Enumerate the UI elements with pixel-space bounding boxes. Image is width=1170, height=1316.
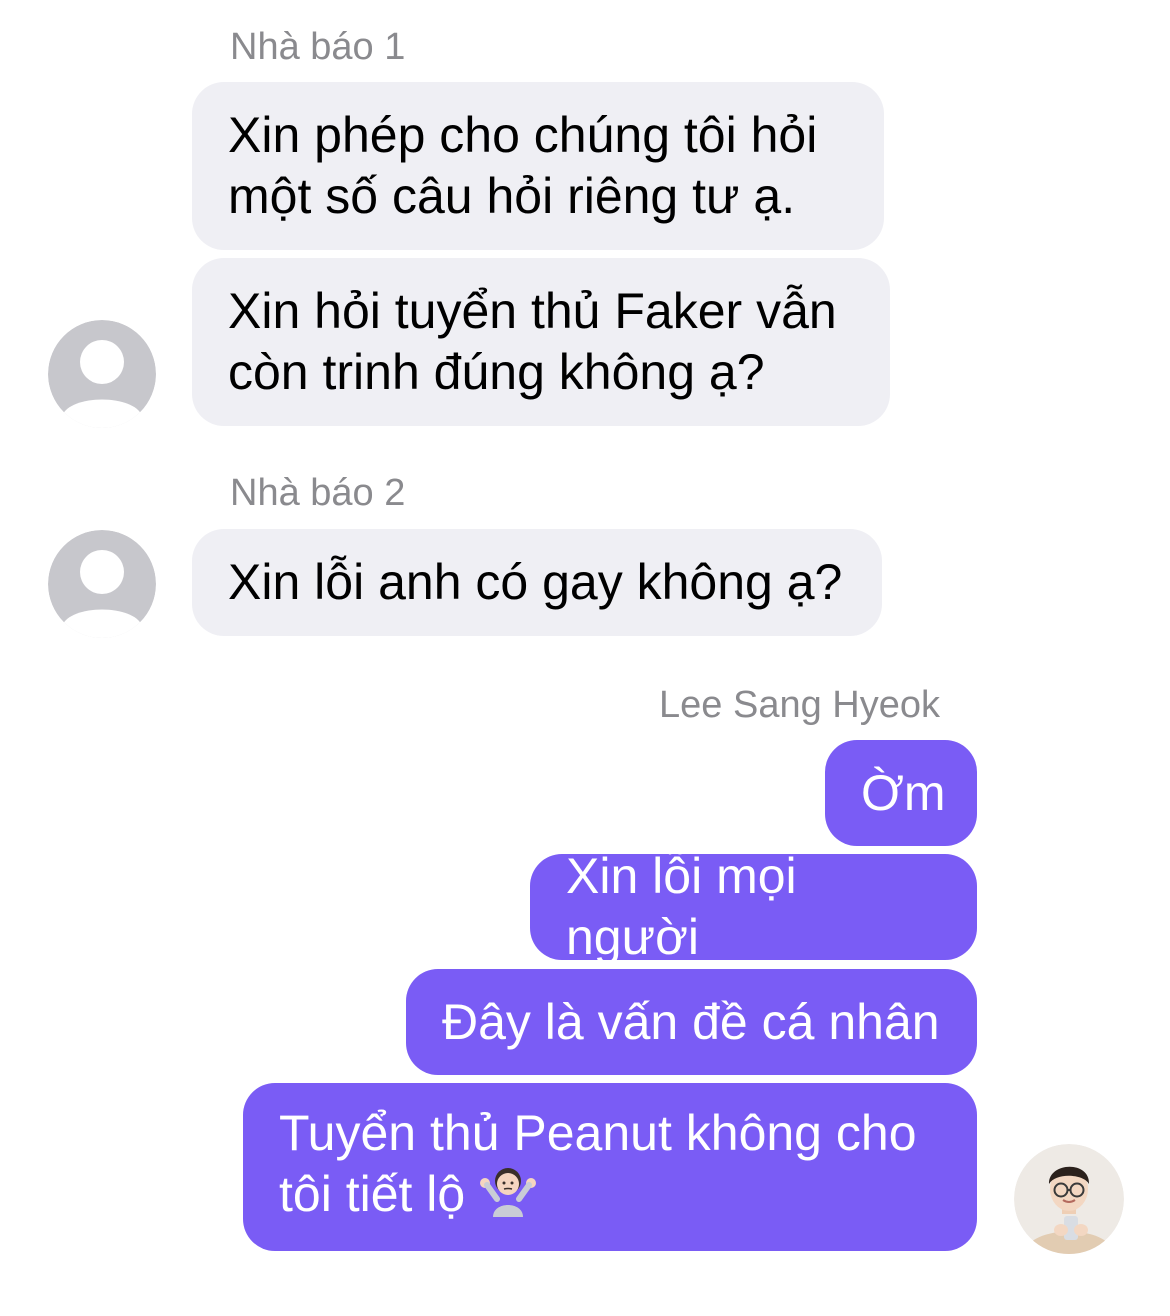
default-person-icon[interactable] xyxy=(48,320,156,428)
sender-name-journalist-1: Nhà báo 1 xyxy=(230,26,406,68)
message-text-line: Xin lỗi anh có gay không ạ? xyxy=(228,554,843,610)
message-bubble[interactable]: Xin phép cho chúng tôi hỏi một số câu hỏ… xyxy=(192,82,884,250)
message-text-line: Xin phép cho chúng tôi hỏi xyxy=(228,107,818,163)
message-text-line: tôi tiết lộ xyxy=(279,1164,941,1231)
message-text-line: Xin lỗi mọi người xyxy=(566,848,797,965)
person-shrugging-emoji-icon xyxy=(479,1165,537,1231)
message-text-line: Xin hỏi tuyển thủ Faker vẫn xyxy=(228,283,837,339)
message-text-line: còn trinh đúng không ạ? xyxy=(228,344,765,400)
sender-name-lee-sang-hyeok: Lee Sang Hyeok xyxy=(659,684,940,726)
profile-photo-avatar[interactable] xyxy=(1014,1144,1124,1254)
message-text-line: Ờm xyxy=(861,764,946,821)
message-text-line: một số câu hỏi riêng tư ạ. xyxy=(228,168,796,224)
default-person-icon[interactable] xyxy=(48,530,156,638)
sender-name-journalist-2: Nhà báo 2 xyxy=(230,472,406,514)
message-bubble[interactable]: Đây là vấn đề cá nhân xyxy=(406,969,977,1075)
message-bubble[interactable]: Tuyển thủ Peanut không cho tôi tiết lộ xyxy=(243,1083,977,1251)
message-text-line: Tuyển thủ Peanut không cho xyxy=(279,1105,917,1162)
message-text-fragment: tôi tiết lộ xyxy=(279,1166,466,1223)
message-bubble[interactable]: Xin lỗi anh có gay không ạ? xyxy=(192,529,882,636)
message-text-line: Đây là vấn đề cá nhân xyxy=(442,993,940,1050)
message-bubble[interactable]: Ờm xyxy=(825,740,977,846)
message-bubble[interactable]: Xin hỏi tuyển thủ Faker vẫn còn trinh đú… xyxy=(192,258,890,426)
message-bubble[interactable]: Xin lỗi mọi người xyxy=(530,848,977,965)
